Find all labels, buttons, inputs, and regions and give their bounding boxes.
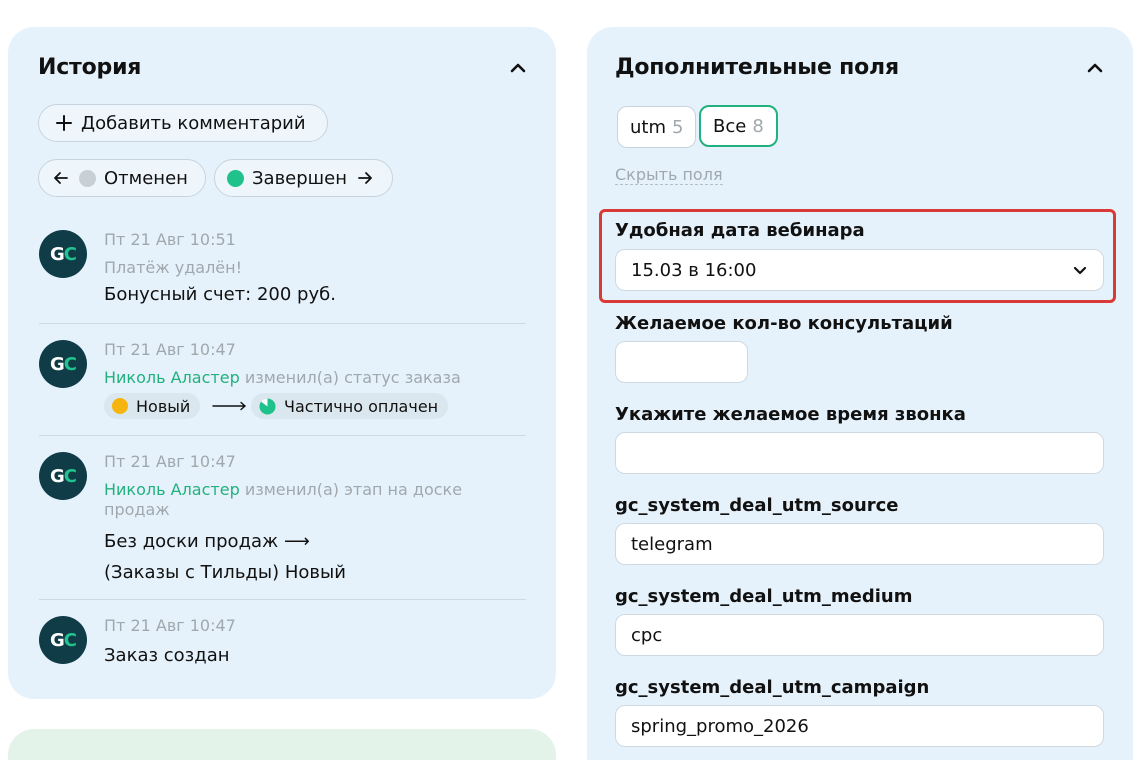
status-chip-new: Новый <box>104 393 201 419</box>
avatar: GC <box>39 452 87 500</box>
utm-campaign-input[interactable]: spring_promo_2026 <box>615 705 1104 747</box>
arrow-left-icon <box>54 172 68 184</box>
field-label-utm-campaign: gc_system_deal_utm_campaign <box>615 677 930 698</box>
field-label-call-time: Укажите желаемое время звонка <box>615 404 966 425</box>
webinar-date-select[interactable]: 15.03 в 16:00 <box>615 249 1104 291</box>
next-status-button[interactable]: Завершен <box>214 159 393 197</box>
entry-note: Платёж удалён! <box>104 258 243 277</box>
avatar: GC <box>39 230 87 278</box>
history-entry: GC Пт 21 Авг 10:47 Николь Аластер измени… <box>39 452 526 583</box>
next-status-label: Завершен <box>252 167 347 189</box>
canceled-status-dot <box>79 169 96 187</box>
long-arrow-icon <box>212 401 247 411</box>
user-link[interactable]: Николь Аластер <box>104 368 240 387</box>
chevron-down-icon <box>1073 266 1087 275</box>
entry-time: Пт 21 Авг 10:47 <box>104 340 236 359</box>
done-status-dot <box>227 169 244 187</box>
chevron-up-icon[interactable] <box>1085 58 1105 78</box>
utm-source-input[interactable]: telegram <box>615 523 1104 565</box>
avatar: GC <box>39 340 87 388</box>
divider <box>39 435 526 436</box>
history-title: История <box>38 55 142 80</box>
tab-utm[interactable]: utm 5 <box>617 106 697 148</box>
entry-time: Пт 21 Авг 10:51 <box>104 230 236 249</box>
partial-paid-icon <box>259 397 276 415</box>
history-entry: GC Пт 21 Авг 10:47 Николь Аластер измени… <box>39 340 526 420</box>
entry-text: Без доски продаж ⟶ <box>104 531 310 552</box>
history-entry: GC Пт 21 Авг 10:47 Заказ создан <box>39 616 526 676</box>
entry-text: Бонусный счет: 200 руб. <box>104 284 336 305</box>
add-comment-label: Добавить комментарий <box>81 112 306 134</box>
field-label-utm-medium: gc_system_deal_utm_medium <box>615 586 913 607</box>
tab-all[interactable]: Все 8 <box>699 105 778 147</box>
extra-fields-title: Дополнительные поля <box>615 55 899 80</box>
user-link[interactable]: Николь Аластер <box>104 480 240 499</box>
call-time-input[interactable] <box>615 432 1104 474</box>
entry-time: Пт 21 Авг 10:47 <box>104 452 236 471</box>
entry-action: Николь Аластер изменил(а) этап на доске <box>104 480 463 499</box>
history-panel: История Добавить комментарий Отменен Зав… <box>8 27 556 699</box>
field-label-utm-source: gc_system_deal_utm_source <box>615 495 899 516</box>
prev-status-label: Отменен <box>104 167 188 189</box>
field-label-consultations: Желаемое кол-во консультаций <box>615 313 953 334</box>
divider <box>39 323 526 324</box>
status-chip-partial: Частично оплачен <box>251 393 449 419</box>
entry-action: Николь Аластер изменил(а) статус заказа <box>104 368 461 387</box>
new-status-dot <box>112 398 128 414</box>
field-label-webinar-date: Удобная дата вебинара <box>615 220 865 241</box>
history-entry: GC Пт 21 Авг 10:51 Платёж удалён! Бонусн… <box>39 230 526 310</box>
divider <box>39 599 526 600</box>
chevron-up-icon[interactable] <box>508 58 528 78</box>
extra-fields-panel: Дополнительные поля utm 5 Все 8 Скрыть пол… <box>587 27 1133 760</box>
avatar: GC <box>39 616 87 664</box>
entry-text: (Заказы с Тильды) Новый <box>104 562 346 583</box>
prev-status-button[interactable]: Отменен <box>38 159 206 197</box>
entry-time: Пт 21 Авг 10:47 <box>104 616 236 635</box>
add-comment-button[interactable]: Добавить комментарий <box>38 104 328 142</box>
entry-text: Заказ создан <box>104 645 230 666</box>
utm-medium-input[interactable]: cpc <box>615 614 1104 656</box>
next-panel <box>8 729 556 760</box>
plus-icon <box>56 115 72 131</box>
consultations-input[interactable] <box>615 341 748 383</box>
arrow-right-icon <box>358 172 372 184</box>
hide-fields-link[interactable]: Скрыть поля <box>615 165 723 185</box>
entry-action-cont: продаж <box>104 500 170 519</box>
